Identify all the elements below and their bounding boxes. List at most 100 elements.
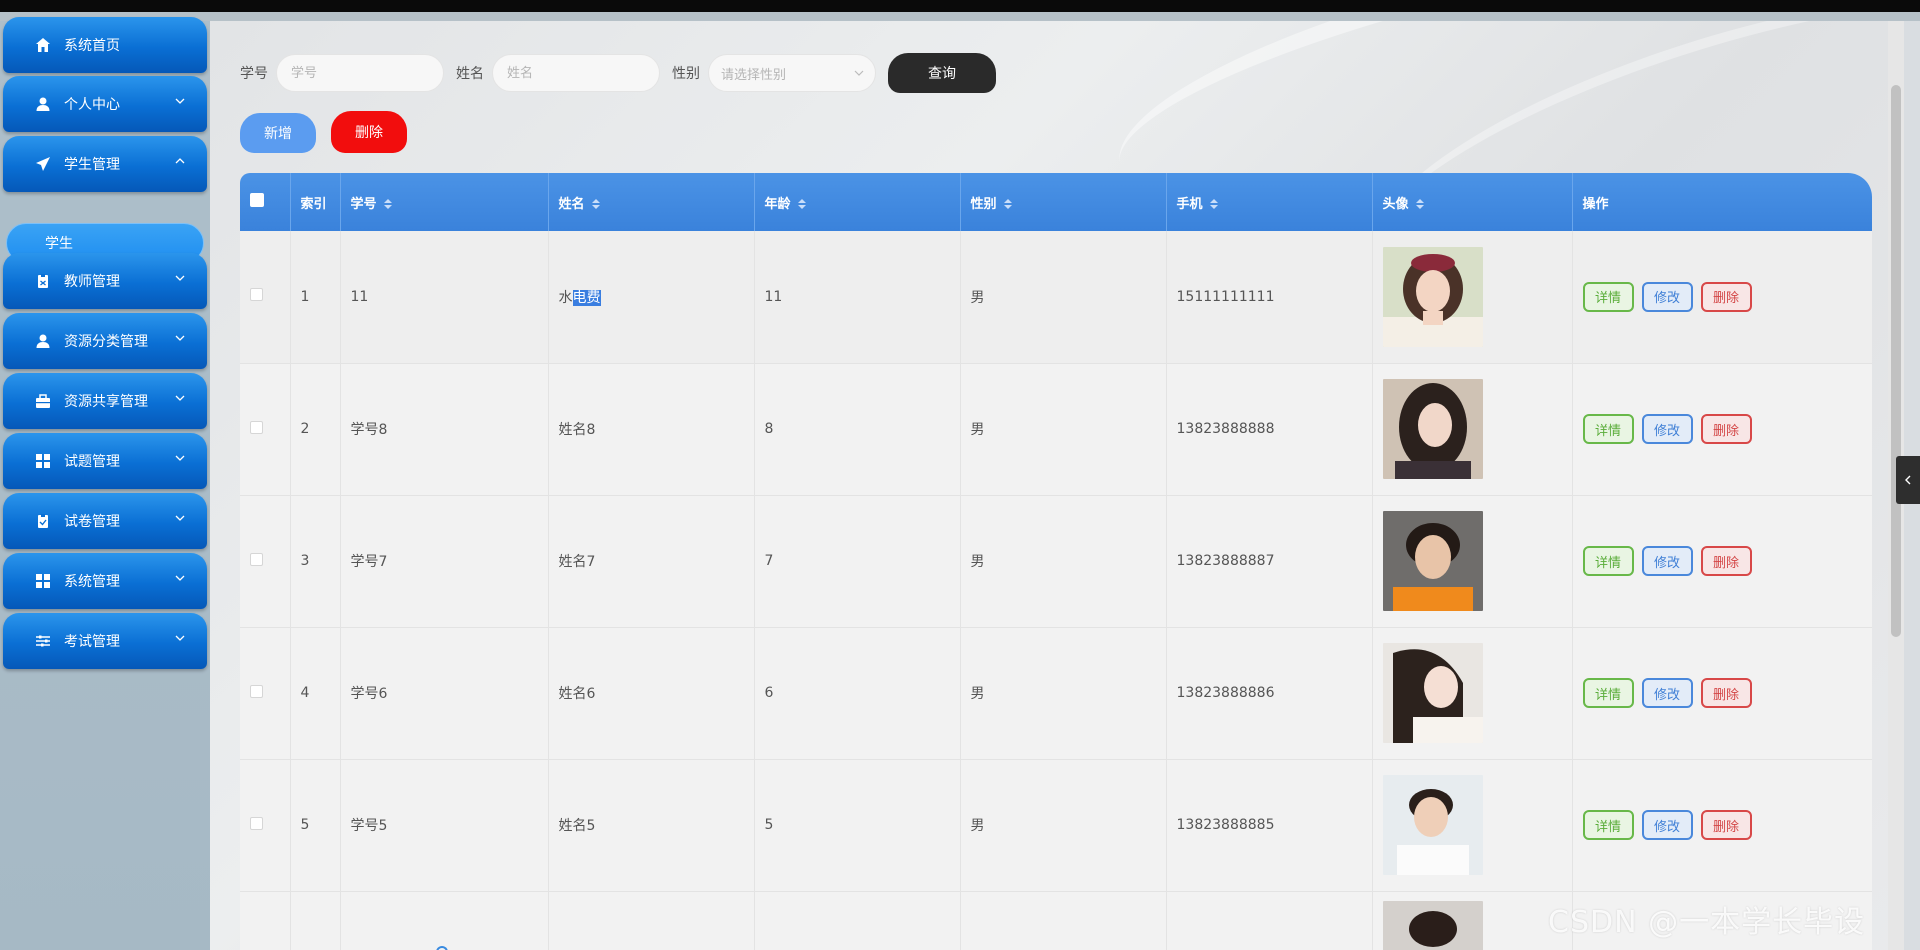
row-checkbox[interactable] xyxy=(250,684,263,698)
sidebar-item-home[interactable]: 系统首页 xyxy=(3,17,207,73)
cell-gender: 男 xyxy=(960,231,1167,364)
avatar[interactable] xyxy=(1382,379,1483,479)
sidebar-item-system-management[interactable]: 系统管理 xyxy=(3,553,207,609)
header-age[interactable]: 年龄 xyxy=(754,173,961,231)
cell-gender: 男 xyxy=(960,627,1167,760)
add-button[interactable]: 新增 xyxy=(240,113,316,153)
cell-avatar xyxy=(1372,627,1573,760)
sidebar-item-profile[interactable]: 个人中心 xyxy=(3,76,207,132)
query-button[interactable]: 查询 xyxy=(888,53,996,93)
sidebar-item-exam-management[interactable]: 考试管理 xyxy=(3,613,207,669)
cell-name: 姓名5 xyxy=(548,759,755,892)
row-select-cell xyxy=(240,891,291,950)
sidebar: 系统首页 个人中心 学生管理 学生 教师管理 资源分类管理 资源共享管理 试题管… xyxy=(0,17,210,950)
cell-name: 姓名7 xyxy=(548,495,755,628)
delete-button[interactable]: 删除 xyxy=(1700,281,1752,312)
row-checkbox[interactable] xyxy=(250,288,263,302)
sort-icon[interactable] xyxy=(591,197,601,211)
header-phone[interactable]: 手机 xyxy=(1166,173,1373,231)
header-name[interactable]: 姓名 xyxy=(548,173,755,231)
sidebar-subitem-label: 学生 xyxy=(45,236,73,252)
cell-name: 姓名6 xyxy=(548,627,755,760)
grid-icon xyxy=(34,452,52,470)
search-bar: 学号 姓名 性别 请选择性别 查询 xyxy=(240,53,996,93)
header-actions: 操作 xyxy=(1572,173,1872,231)
delete-button[interactable]: 删除 xyxy=(1700,546,1752,576)
sidebar-item-resource-sharing[interactable]: 资源共享管理 xyxy=(3,373,207,429)
header-avatar[interactable]: 头像 xyxy=(1372,173,1573,231)
sidebar-item-resource-category[interactable]: 资源分类管理 xyxy=(3,313,207,369)
cell-actions: 详情 修改 删除 xyxy=(1572,495,1873,628)
sidebar-item-student-management[interactable]: 学生管理 xyxy=(3,136,207,192)
edit-button[interactable]: 修改 xyxy=(1641,414,1693,444)
cell-gender: 男 xyxy=(960,495,1167,628)
header-student-no[interactable]: 学号 xyxy=(340,173,549,231)
name-input[interactable] xyxy=(492,54,660,92)
collapse-panel-button[interactable] xyxy=(1896,456,1920,504)
chevron-down-icon xyxy=(175,635,185,641)
avatar[interactable] xyxy=(1382,511,1483,611)
clipboard-check-icon xyxy=(34,512,52,530)
delete-button[interactable]: 删除 xyxy=(1700,678,1752,708)
student-table: 索引 学号 姓名 年龄 性别 手机 头像 操作 1 11 水电费 11 男 15… xyxy=(240,173,1872,950)
sidebar-item-label: 个人中心 xyxy=(64,97,120,113)
sidebar-item-question-management[interactable]: 试题管理 xyxy=(3,433,207,489)
row-checkbox[interactable] xyxy=(250,816,263,830)
gender-select[interactable]: 请选择性别 xyxy=(708,54,876,92)
cell-student-no: 学号6 xyxy=(340,627,549,760)
row-action-group: 详情 修改 删除 xyxy=(1582,281,1873,312)
cell-phone: 13823888885 xyxy=(1166,759,1373,892)
sidebar-item-label: 资源分类管理 xyxy=(64,334,148,350)
sort-icon[interactable] xyxy=(797,197,807,211)
header-index: 索引 xyxy=(290,173,341,231)
sidebar-item-paper-management[interactable]: 试卷管理 xyxy=(3,493,207,549)
avatar[interactable] xyxy=(1382,775,1483,875)
row-action-group: 详情 修改 删除 xyxy=(1582,546,1873,576)
cell-index: 3 xyxy=(290,495,341,628)
avatar[interactable] xyxy=(1382,900,1483,950)
row-checkbox[interactable] xyxy=(250,420,263,434)
detail-button[interactable]: 详情 xyxy=(1582,281,1634,312)
sidebar-item-label: 试卷管理 xyxy=(64,514,120,530)
chevron-down-icon xyxy=(175,575,185,581)
delete-button[interactable]: 删除 xyxy=(1700,414,1752,444)
sort-icon[interactable] xyxy=(1209,197,1219,211)
row-action-group: 详情 修改 删除 xyxy=(1582,414,1873,444)
batch-delete-button[interactable]: 删除 xyxy=(331,111,407,153)
sort-icon[interactable] xyxy=(1003,197,1013,211)
sidebar-item-teacher-management[interactable]: 教师管理 xyxy=(3,253,207,309)
cell-avatar xyxy=(1372,891,1573,950)
avatar[interactable] xyxy=(1382,246,1483,347)
detail-button[interactable]: 详情 xyxy=(1582,810,1634,840)
edit-button[interactable]: 修改 xyxy=(1641,546,1693,576)
row-checkbox[interactable] xyxy=(250,552,263,566)
avatar[interactable] xyxy=(1382,643,1483,743)
detail-button[interactable]: 详情 xyxy=(1582,546,1634,576)
cell-phone: 15111111111 xyxy=(1166,231,1373,364)
cell-actions: 详情 修改 删除 xyxy=(1572,231,1873,364)
header-gender[interactable]: 性别 xyxy=(960,173,1167,231)
detail-button[interactable]: 详情 xyxy=(1582,678,1634,708)
main-content: 学号 姓名 性别 请选择性别 查询 新增 删除 索引 学号 姓名 年龄 xyxy=(210,21,1904,950)
student-no-input[interactable] xyxy=(276,54,444,92)
table-row: 5 学号5 姓名5 5 男 13823888885 详情 修改 删除 xyxy=(240,759,1873,892)
sidebar-item-label: 考试管理 xyxy=(64,634,120,650)
cell-phone: 13823888887 xyxy=(1166,495,1373,628)
edit-button[interactable]: 修改 xyxy=(1641,810,1693,840)
edit-button[interactable]: 修改 xyxy=(1641,678,1693,708)
sidebar-item-label: 学生管理 xyxy=(64,157,120,173)
user-icon xyxy=(34,332,52,350)
row-select-cell xyxy=(240,363,291,496)
select-all-cell xyxy=(240,173,291,231)
delete-button[interactable]: 删除 xyxy=(1700,810,1752,840)
sort-icon[interactable] xyxy=(383,197,393,211)
cell-name-text: 水 xyxy=(558,289,573,306)
row-action-group: 详情 修改 删除 xyxy=(1582,810,1873,840)
chevron-down-icon xyxy=(175,395,185,401)
cell-actions: 详情 修改 删除 xyxy=(1572,759,1873,892)
select-all-checkbox[interactable] xyxy=(250,193,264,207)
sort-icon[interactable] xyxy=(1415,197,1425,211)
scrollbar-thumb[interactable] xyxy=(1891,85,1901,637)
detail-button[interactable]: 详情 xyxy=(1582,414,1634,444)
edit-button[interactable]: 修改 xyxy=(1641,281,1693,312)
